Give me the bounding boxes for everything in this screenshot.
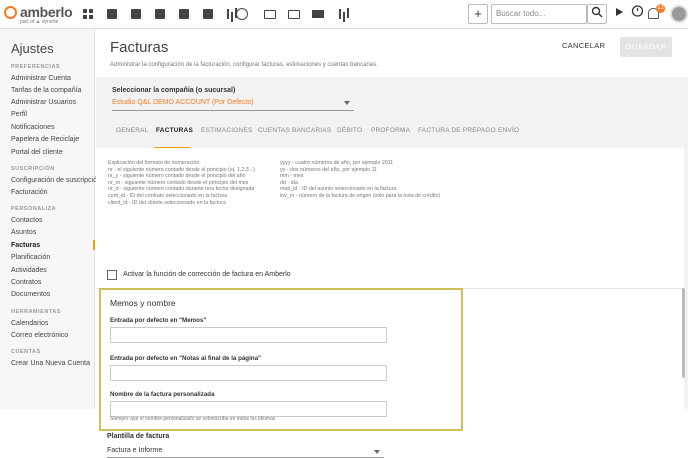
- notes-field[interactable]: [110, 365, 387, 381]
- top-bar: amberlo part of ▲ dyrsme + Buscar todo..…: [0, 0, 688, 29]
- company-select[interactable]: Estudio Q&L DEMO ACCOUNT (Por Defecto): [112, 97, 354, 111]
- sidebar-item-notificaciones[interactable]: Notificaciones: [11, 124, 55, 131]
- sidebar-item-administrar-cuenta[interactable]: Administrar Cuenta: [11, 75, 71, 82]
- save-button[interactable]: GUARDAR: [620, 37, 672, 57]
- search-button[interactable]: [587, 4, 607, 24]
- tab-general[interactable]: GENERAL: [116, 127, 148, 134]
- sidebar-item-contratos[interactable]: Contratos: [11, 279, 41, 286]
- page-icon[interactable]: [286, 6, 302, 22]
- template-select-value: Factura e Informe: [107, 447, 163, 454]
- template-label: Plantilla de factura: [107, 433, 170, 440]
- settings-section: Seleccionar la compañía (o sucursal) Est…: [96, 77, 688, 458]
- company-label: Seleccionar la compañía (o sucursal): [112, 87, 236, 94]
- tab-facturas[interactable]: FACTURAS: [156, 127, 193, 134]
- numbering-explanation-right: yyyy - cuatro números de año, por ejempl…: [280, 160, 441, 199]
- template-select[interactable]: Factura e Informe: [107, 446, 384, 458]
- sidebar-item-contactos[interactable]: Contactos: [11, 217, 43, 224]
- invoice-icon[interactable]: [152, 6, 168, 22]
- company-select-value: Estudio Q&L DEMO ACCOUNT (Por Defecto): [112, 99, 254, 106]
- tab-proforma[interactable]: PROFORMA: [371, 127, 410, 134]
- stopwatch-icon: [631, 5, 643, 17]
- avatar[interactable]: [670, 5, 688, 23]
- numbering-explanation-left: Explicación del formato de numeración: n…: [108, 160, 255, 206]
- logo-mark-icon: [4, 6, 17, 19]
- folder-icon[interactable]: [262, 6, 278, 22]
- memos-title: Memos y nombre: [110, 298, 176, 308]
- tab-factura-prepago[interactable]: FACTURA DE PREPAGO: [418, 127, 496, 134]
- correction-checkbox-label: Activar la función de corrección de fact…: [123, 271, 291, 278]
- logo-text: amberlo: [20, 4, 73, 20]
- facturas-panel: Explicación del formato de numeración: n…: [96, 148, 685, 458]
- briefcase-icon[interactable]: [128, 6, 144, 22]
- dashboard-icon[interactable]: [80, 6, 96, 22]
- scrollbar[interactable]: [682, 288, 685, 378]
- document-icon[interactable]: [176, 6, 192, 22]
- sidebar-item-planificacion[interactable]: Planificación: [11, 254, 50, 261]
- reports-icon[interactable]: [336, 6, 352, 22]
- sidebar-item-documentos[interactable]: Documentos: [11, 291, 50, 298]
- play-icon: [616, 8, 623, 16]
- invoice-name-field-label: Nombre de la factura personalizada: [110, 391, 215, 398]
- settings-sidebar: Ajustes PREFERENCIAS Administrar Cuenta …: [0, 29, 101, 409]
- page-title: Facturas: [110, 39, 169, 56]
- tab-debito[interactable]: DÉBITO: [337, 127, 362, 134]
- tab-envio[interactable]: ENVÍO: [498, 127, 519, 134]
- calendar-icon[interactable]: [200, 6, 216, 22]
- logo-subtitle: part of ▲ dyrsme: [20, 19, 59, 25]
- sidebar-group-personaliza: PERSONALIZA: [11, 206, 56, 212]
- sidebar-item-tarifas[interactable]: Tarifas de la compañía: [11, 87, 81, 94]
- sidebar-item-portal-cliente[interactable]: Portal del cliente: [11, 149, 63, 156]
- page-subtitle: Administrar la configuración de la factu…: [110, 62, 378, 68]
- sidebar-item-facturas[interactable]: Facturas: [11, 242, 40, 249]
- sidebar-item-administrar-usuarios[interactable]: Administrar Usuarios: [11, 99, 76, 106]
- chevron-down-icon: [374, 450, 380, 454]
- sidebar-item-facturacion[interactable]: Facturación: [11, 189, 48, 196]
- sidebar-item-papelera[interactable]: Papelera de Reciclaje: [11, 136, 79, 143]
- contacts-icon[interactable]: [104, 6, 120, 22]
- cancel-button[interactable]: CANCELAR: [562, 41, 605, 50]
- chevron-down-icon: [344, 101, 350, 105]
- correction-checkbox[interactable]: [107, 270, 117, 280]
- tab-cuentas-bancarias[interactable]: CUENTAS BANCARIAS: [258, 127, 331, 134]
- sidebar-group-cuentas: CUENTAS: [11, 349, 41, 355]
- memos-name-card: Memos y nombre Entrada por defecto en "M…: [99, 288, 463, 431]
- tab-estimaciones[interactable]: ESTIMACIONES: [201, 127, 253, 134]
- sidebar-title: Ajustes: [11, 41, 54, 56]
- search-icon: [591, 6, 603, 18]
- history-icon[interactable]: [234, 6, 250, 22]
- sidebar-item-configuracion-suscripcion[interactable]: Configuración de suscripción: [11, 177, 101, 184]
- mail-icon[interactable]: [310, 6, 326, 22]
- sidebar-group-suscripcion: SUSCRIPCIÓN: [11, 166, 55, 172]
- invoice-name-field[interactable]: [110, 401, 387, 417]
- notes-field-label: Entrada por defecto en "Notas al final d…: [110, 355, 261, 362]
- search-input[interactable]: Buscar todo...: [491, 4, 587, 24]
- memos-field[interactable]: [110, 327, 387, 343]
- add-button[interactable]: +: [468, 4, 488, 24]
- sidebar-item-calendarios[interactable]: Calendarios: [11, 320, 48, 327]
- sidebar-item-asuntos[interactable]: Asuntos: [11, 229, 36, 236]
- play-button[interactable]: [609, 4, 629, 24]
- notification-badge: 12: [656, 4, 665, 13]
- sidebar-item-actividades[interactable]: Actividades: [11, 267, 47, 274]
- invoice-name-help: Siempre que el nombre personalizado se s…: [110, 416, 276, 422]
- amberlo-logo[interactable]: amberlo part of ▲ dyrsme: [4, 4, 74, 26]
- timer-button[interactable]: [627, 4, 647, 24]
- sidebar-item-crear-cuenta[interactable]: Crear Una Nueva Cuenta: [11, 360, 90, 367]
- main-content: Facturas Administrar la configuración de…: [96, 29, 688, 458]
- sidebar-active-marker: [93, 240, 95, 250]
- memos-field-label: Entrada por defecto en "Memos": [110, 317, 207, 324]
- sidebar-group-preferencias: PREFERENCIAS: [11, 64, 61, 70]
- sidebar-item-correo[interactable]: Correo electrónico: [11, 332, 68, 339]
- sidebar-group-herramientas: HERRAMIENTAS: [11, 309, 61, 315]
- sidebar-item-perfil[interactable]: Perfil: [11, 111, 27, 118]
